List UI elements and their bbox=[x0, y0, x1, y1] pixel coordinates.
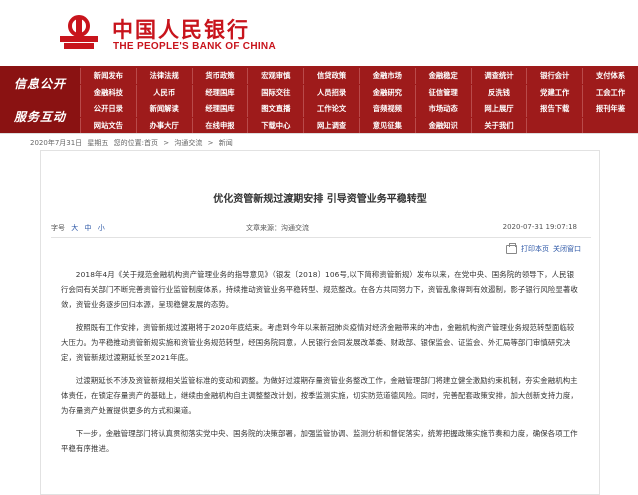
article-paragraph: 过渡期延长不涉及资管新规相关监管标准的变动和调整。为做好过渡期存量资管业务整改工… bbox=[61, 376, 578, 415]
divider bbox=[0, 133, 638, 134]
nav-row: 网站文告 办事大厅 在线申报 下载中心 网上调查 意见征集 金融知识 关于我们 bbox=[80, 118, 638, 134]
article-paragraph: 2018年4月《关于规范金融机构资产管理业务的指导意见》（银发〔2018〕106… bbox=[61, 270, 578, 309]
nav-item[interactable]: 经理国库 bbox=[191, 85, 248, 101]
nav-item[interactable]: 网上调查 bbox=[303, 118, 359, 134]
nav-item[interactable]: 党建工作 bbox=[526, 85, 582, 101]
brand-name-en: THE PEOPLE'S BANK OF CHINA bbox=[113, 41, 276, 52]
current-weekday: 星期五 bbox=[87, 139, 109, 147]
nav-item[interactable]: 报告下载 bbox=[526, 101, 582, 117]
nav-item[interactable]: 报刊年鉴 bbox=[582, 101, 638, 117]
pboc-logo-icon[interactable] bbox=[58, 14, 100, 52]
article-meta: 字号 大 中 小 文章来源：沟通交流 2020-07-31 19:07:18 bbox=[41, 221, 599, 235]
breadcrumb: 2020年7月31日 星期五 您的位置:首页 > 沟通交流 > 新闻 bbox=[30, 138, 236, 148]
nav-item[interactable]: 金融稳定 bbox=[414, 68, 471, 84]
font-size-medium-link[interactable]: 中 bbox=[84, 224, 91, 232]
nav-item[interactable]: 法律法规 bbox=[135, 68, 192, 84]
article-paragraph: 下一步，金融管理部门将认真贯彻落实党中央、国务院的决策部署，加强监管协调、监测分… bbox=[61, 429, 578, 453]
nav-row: 金融科技 人民币 经理国库 国际交往 人员招录 金融研究 征信管理 反洗钱 党建… bbox=[80, 85, 638, 101]
nav-item[interactable]: 办事大厅 bbox=[135, 118, 192, 134]
font-size-large-link[interactable]: 大 bbox=[71, 224, 78, 232]
nav-item[interactable]: 在线申报 bbox=[191, 118, 248, 134]
nav-row: 新闻发布 法律法规 货币政策 宏观审慎 信贷政策 金融市场 金融稳定 调查统计 … bbox=[80, 68, 638, 84]
nav-item[interactable]: 市场动态 bbox=[414, 101, 471, 117]
nav-item[interactable] bbox=[526, 118, 582, 134]
nav-item[interactable]: 金融知识 bbox=[414, 118, 471, 134]
nav-item[interactable]: 图文直播 bbox=[247, 101, 303, 117]
print-link[interactable]: 打印本页 bbox=[521, 244, 549, 254]
font-size-label: 字号 bbox=[51, 224, 65, 232]
article-panel: 优化资管新规过渡期安排 引导资管业务平稳转型 字号 大 中 小 文章来源：沟通交… bbox=[40, 150, 600, 495]
nav-item[interactable]: 支付体系 bbox=[582, 68, 638, 84]
nav-item[interactable]: 金融科技 bbox=[80, 85, 136, 101]
nav-item[interactable]: 调查统计 bbox=[470, 68, 527, 84]
nav-item[interactable]: 意见征集 bbox=[358, 118, 415, 134]
nav-item[interactable]: 货币政策 bbox=[191, 68, 248, 84]
divider bbox=[51, 237, 591, 238]
nav-item[interactable]: 反洗钱 bbox=[470, 85, 527, 101]
brand-name-cn: 中国人民银行 bbox=[112, 17, 250, 42]
article-paragraph: 按照既有工作安排，资管新规过渡期将于2020年底结束。考虑到今年以来新冠肺炎疫情… bbox=[61, 323, 575, 362]
article-date: 2020-07-31 19:07:18 bbox=[502, 223, 577, 231]
nav-item[interactable]: 征信管理 bbox=[414, 85, 471, 101]
nav-item[interactable]: 经理国库 bbox=[191, 101, 248, 117]
nav-section-label: 信息公开 bbox=[0, 66, 80, 100]
breadcrumb-level1[interactable]: 沟通交流 bbox=[174, 139, 202, 147]
nav-item[interactable]: 金融市场 bbox=[358, 68, 415, 84]
nav-item[interactable]: 网上展厅 bbox=[470, 101, 527, 117]
nav-item[interactable]: 人民币 bbox=[135, 85, 192, 101]
nav-item[interactable]: 公开日录 bbox=[80, 101, 136, 117]
nav-item[interactable]: 下载中心 bbox=[247, 118, 303, 134]
breadcrumb-level2[interactable]: 新闻 bbox=[219, 139, 233, 147]
close-window-link[interactable]: 关闭窗口 bbox=[553, 244, 581, 254]
font-size-small-link[interactable]: 小 bbox=[98, 224, 105, 232]
breadcrumb-home[interactable]: 您的位置:首页 bbox=[114, 139, 158, 147]
nav-item[interactable]: 人员招录 bbox=[303, 85, 359, 101]
nav-section-label: 服务互动 bbox=[0, 99, 80, 133]
nav-item[interactable]: 网站文告 bbox=[80, 118, 136, 134]
nav-item[interactable]: 新闻发布 bbox=[80, 68, 136, 84]
nav-item[interactable]: 金融研究 bbox=[358, 85, 415, 101]
nav-item[interactable]: 音频视频 bbox=[358, 101, 415, 117]
nav-item[interactable]: 信贷政策 bbox=[303, 68, 359, 84]
nav-item[interactable]: 工作论文 bbox=[303, 101, 359, 117]
printer-icon[interactable] bbox=[506, 242, 517, 254]
breadcrumb-separator: > bbox=[207, 139, 214, 147]
nav-item[interactable]: 国际交往 bbox=[247, 85, 303, 101]
article-source: 文章来源：沟通交流 bbox=[246, 224, 309, 232]
nav-item[interactable]: 银行会计 bbox=[526, 68, 582, 84]
site-header: 中国人民银行 THE PEOPLE'S BANK OF CHINA bbox=[0, 0, 638, 66]
nav-item[interactable]: 新闻解读 bbox=[135, 101, 192, 117]
nav-item[interactable]: 工会工作 bbox=[582, 85, 638, 101]
article-title: 优化资管新规过渡期安排 引导资管业务平稳转型 bbox=[213, 194, 427, 205]
nav-row: 公开日录 新闻解读 经理国库 图文直播 工作论文 音频视频 市场动态 网上展厅 … bbox=[80, 101, 638, 117]
font-size-switcher: 字号 大 中 小 bbox=[51, 223, 105, 233]
article-body: 2018年4月《关于规范金融机构资产管理业务的指导意见》（银发〔2018〕106… bbox=[61, 267, 581, 464]
current-date: 2020年7月31日 bbox=[30, 139, 83, 147]
nav-item[interactable]: 宏观审慎 bbox=[247, 68, 303, 84]
nav-item[interactable]: 关于我们 bbox=[470, 118, 527, 134]
article-tools: 打印本页 关闭窗口 bbox=[506, 242, 581, 254]
breadcrumb-separator: > bbox=[163, 139, 170, 147]
nav-item[interactable] bbox=[582, 118, 638, 134]
